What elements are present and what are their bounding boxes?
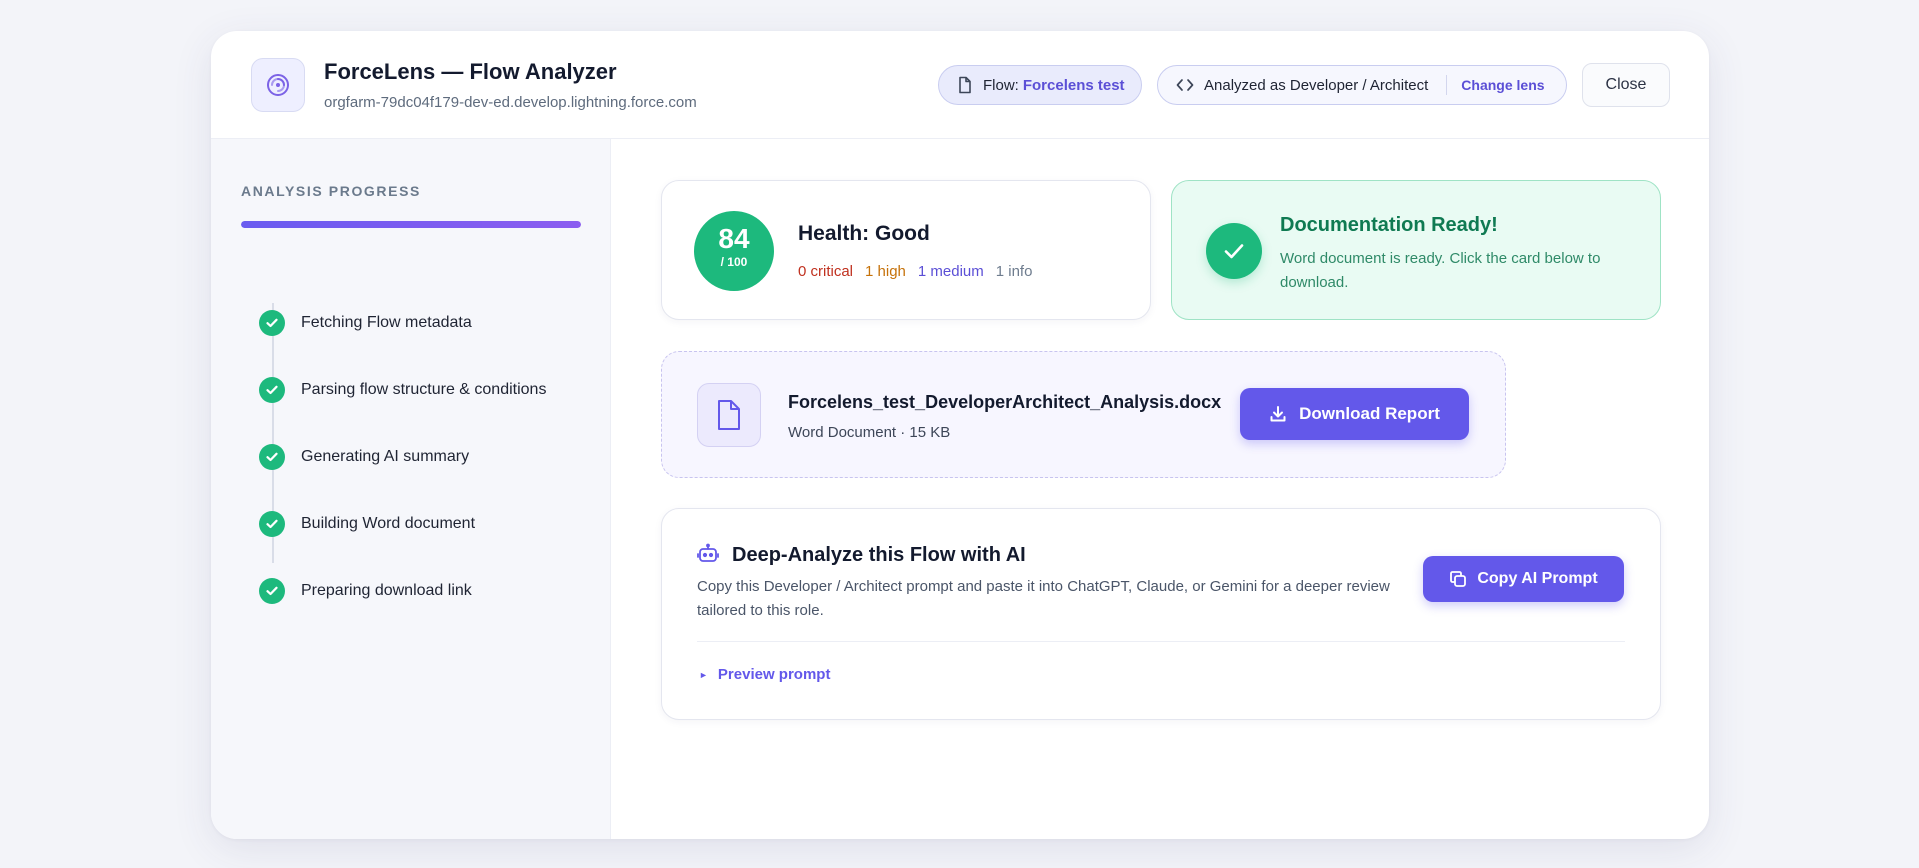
copy-ai-prompt-button[interactable]: Copy AI Prompt bbox=[1423, 556, 1624, 602]
check-icon bbox=[259, 444, 285, 470]
info-count: 1 info bbox=[995, 263, 1033, 280]
progress-bar bbox=[241, 221, 581, 228]
health-card: 84 / 100 Health: Good 0 critical 1 high … bbox=[661, 180, 1151, 320]
flow-chip: Flow: Forcelens test bbox=[938, 65, 1142, 105]
flow-analyzer-modal: ForceLens — Flow Analyzer orgfarm-79dc04… bbox=[211, 31, 1709, 839]
chip-divider bbox=[1446, 75, 1448, 95]
org-domain: orgfarm-79dc04f179-dev-ed.develop.lightn… bbox=[324, 94, 697, 111]
lens-label: Analyzed as Developer / Architect bbox=[1204, 76, 1429, 94]
copy-icon bbox=[1449, 570, 1467, 588]
progress-step: Generating AI summary bbox=[259, 443, 469, 471]
app-title: ForceLens — Flow Analyzer bbox=[324, 59, 617, 84]
progress-bar-fill bbox=[241, 221, 581, 228]
ai-analyze-card: Deep-Analyze this Flow with AI Copy this… bbox=[661, 508, 1661, 720]
code-icon bbox=[1176, 78, 1194, 92]
download-report-label: Download Report bbox=[1299, 404, 1440, 423]
progress-step: Fetching Flow metadata bbox=[259, 309, 472, 337]
health-title: Health: Good bbox=[798, 222, 930, 245]
close-button[interactable]: Close bbox=[1582, 63, 1670, 107]
progress-step-label: Generating AI summary bbox=[301, 448, 470, 465]
check-icon bbox=[1206, 223, 1262, 279]
ai-card-title: Deep-Analyze this Flow with AI bbox=[732, 544, 1026, 566]
progress-title: ANALYSIS PROGRESS bbox=[241, 183, 421, 199]
documentation-ready-title: Documentation Ready! bbox=[1280, 214, 1498, 236]
flow-chip-value: Forcelens test bbox=[1022, 76, 1125, 94]
progress-step-label: Parsing flow structure & conditions bbox=[301, 381, 547, 398]
high-count: 1 high bbox=[865, 263, 906, 280]
file-name: Forcelens_test_DeveloperArchitect_Analys… bbox=[788, 392, 1222, 412]
progress-step-label: Fetching Flow metadata bbox=[301, 314, 472, 331]
change-lens-link[interactable]: Change lens bbox=[1461, 77, 1544, 93]
severity-summary: 0 critical 1 high 1 medium 1 info bbox=[798, 263, 1032, 280]
flow-chip-prefix: Flow: bbox=[983, 76, 1019, 94]
file-meta: Word Document · 15 KB bbox=[788, 424, 951, 441]
progress-step: Building Word document bbox=[259, 510, 475, 538]
check-icon bbox=[259, 511, 285, 537]
progress-sidebar: ANALYSIS PROGRESS Fetching Flow metadata… bbox=[211, 139, 611, 839]
document-icon bbox=[957, 76, 973, 94]
documentation-ready-text: Word document is ready. Click the card b… bbox=[1280, 250, 1601, 291]
progress-step-label: Preparing download link bbox=[301, 582, 472, 599]
swirl-logo-icon bbox=[251, 58, 305, 112]
lens-chip: Analyzed as Developer / Architect Change… bbox=[1157, 65, 1567, 105]
progress-step: Parsing flow structure & conditions bbox=[259, 376, 546, 404]
download-report-button[interactable]: Download Report bbox=[1240, 388, 1469, 440]
preview-prompt-toggle[interactable]: ► Preview prompt bbox=[699, 666, 830, 683]
documentation-ready-card: Documentation Ready! Word document is re… bbox=[1171, 180, 1661, 320]
medium-count: 1 medium bbox=[917, 263, 984, 280]
health-score-max: / 100 bbox=[720, 255, 748, 269]
health-score-badge: 84 / 100 bbox=[694, 211, 774, 291]
triangle-right-icon: ► bbox=[699, 669, 708, 680]
health-score: 84 bbox=[718, 223, 750, 254]
download-icon bbox=[1269, 405, 1287, 423]
download-file-card[interactable]: Forcelens_test_DeveloperArchitect_Analys… bbox=[661, 351, 1506, 478]
check-icon bbox=[259, 310, 285, 336]
ai-card-divider bbox=[697, 641, 1625, 642]
progress-step-label: Building Word document bbox=[301, 515, 476, 532]
robot-icon bbox=[697, 543, 719, 565]
check-icon bbox=[259, 578, 285, 604]
document-icon bbox=[697, 383, 761, 447]
check-icon bbox=[259, 377, 285, 403]
preview-prompt-label: Preview prompt bbox=[717, 666, 831, 683]
critical-count: 0 critical bbox=[798, 263, 854, 280]
ai-card-description: Copy this Developer / Architect prompt a… bbox=[697, 578, 1390, 619]
copy-ai-prompt-label: Copy AI Prompt bbox=[1477, 570, 1598, 587]
modal-header: ForceLens — Flow Analyzer orgfarm-79dc04… bbox=[211, 31, 1709, 139]
progress-step: Preparing download link bbox=[259, 577, 472, 605]
